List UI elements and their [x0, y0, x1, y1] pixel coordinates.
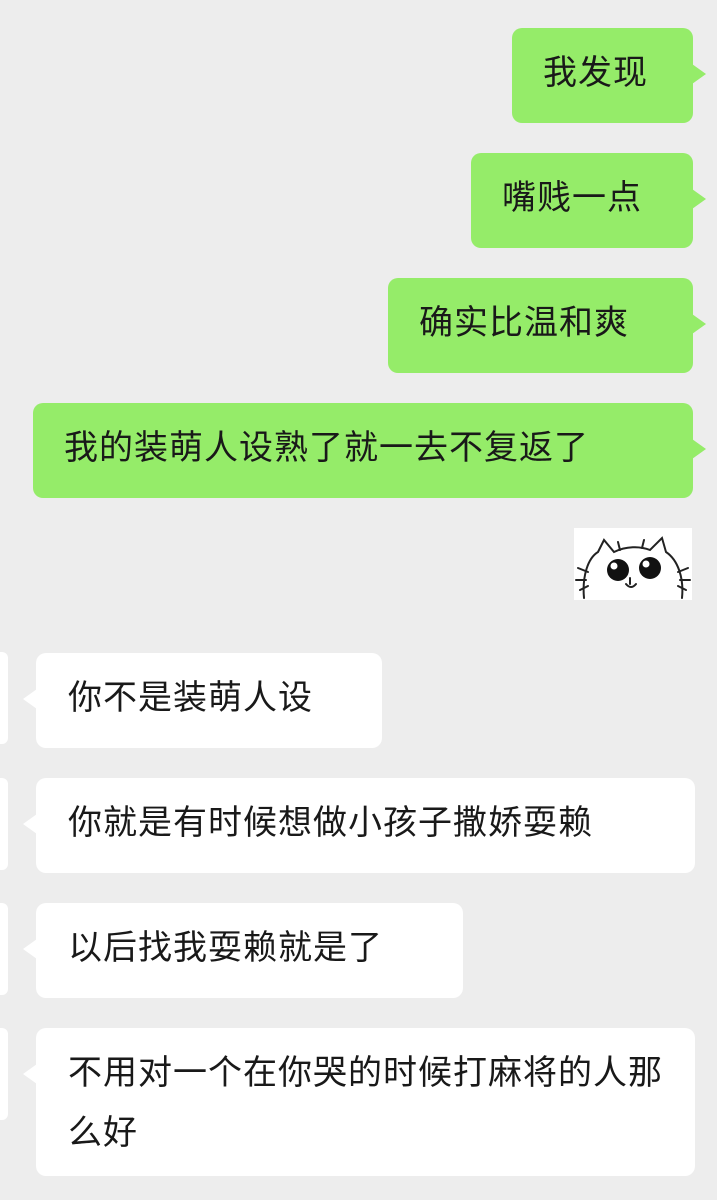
message-text: 以后找我耍赖就是了	[68, 928, 383, 968]
message-text: 嘴贱一点	[502, 178, 642, 218]
avatar[interactable]	[0, 778, 8, 870]
message-text: 不用对一个在你哭的时候打麻将的人那么好	[68, 1053, 663, 1153]
message-text: 你就是有时候想做小孩子撒娇耍赖	[68, 803, 593, 843]
message-text: 我发现	[543, 53, 648, 93]
message-text: 你不是装萌人设	[68, 678, 313, 718]
avatar[interactable]	[0, 1028, 8, 1120]
avatar[interactable]	[0, 903, 8, 995]
received-message-4[interactable]: 不用对一个在你哭的时候打麻将的人那么好	[23, 1028, 695, 1176]
received-message-3[interactable]: 以后找我耍赖就是了	[23, 903, 463, 998]
received-message-2[interactable]: 你就是有时候想做小孩子撒娇耍赖	[23, 778, 695, 873]
sent-message-2[interactable]: 嘴贱一点	[471, 153, 706, 248]
message-text: 确实比温和爽	[419, 303, 629, 343]
cat-face-sticker-icon[interactable]	[574, 528, 692, 600]
sent-message-3[interactable]: 确实比温和爽	[388, 278, 706, 373]
received-message-1[interactable]: 你不是装萌人设	[23, 653, 382, 748]
cat-face-drawing	[575, 536, 691, 599]
message-text: 我的装萌人设熟了就一去不复返了	[64, 428, 589, 468]
avatar[interactable]	[0, 652, 8, 744]
sent-message-4[interactable]: 我的装萌人设熟了就一去不复返了	[33, 403, 706, 498]
sent-message-1[interactable]: 我发现	[512, 28, 706, 123]
